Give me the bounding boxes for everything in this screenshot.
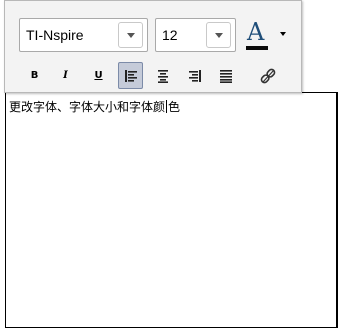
editor-text-before-caret: 更改字体、字体大小和字体颜 [9,100,166,114]
justify-button[interactable] [213,62,238,89]
underline-button[interactable]: U [86,62,111,89]
formatting-toolbar: TI-Nspire 12 A B I U [4,0,302,93]
align-right-icon [188,69,201,82]
align-center-icon [157,69,168,83]
font-size-select[interactable]: 12 [155,18,236,52]
underline-icon: U [94,70,103,81]
align-left-icon [124,69,137,82]
font-size-dropdown-button[interactable] [206,22,231,48]
font-color-dropdown-arrow-icon[interactable] [280,32,286,36]
align-center-button[interactable] [150,62,175,89]
italic-button[interactable]: I [53,62,78,89]
text-caret [166,100,168,113]
align-right-button[interactable] [182,62,207,89]
font-family-dropdown-button[interactable] [118,22,143,48]
italic-icon: I [63,70,68,81]
justify-icon [219,69,232,83]
text-editor-area[interactable]: 更改字体、字体大小和字体颜色 [5,92,338,328]
insert-link-button[interactable] [255,62,280,89]
font-color-swatch [246,46,268,50]
font-size-value: 12 [162,27,178,43]
link-icon [260,68,275,83]
font-color-button[interactable]: A [243,19,295,51]
editor-text-after-caret: 色 [168,100,181,114]
align-left-button[interactable] [118,62,143,89]
bold-icon: B [30,70,39,81]
editor-text: 更改字体、字体大小和字体颜色 [9,100,180,114]
font-family-select[interactable]: TI-Nspire [19,18,148,52]
font-color-icon: A [247,18,265,46]
bold-button[interactable]: B [22,62,47,89]
font-family-value: TI-Nspire [26,27,84,43]
